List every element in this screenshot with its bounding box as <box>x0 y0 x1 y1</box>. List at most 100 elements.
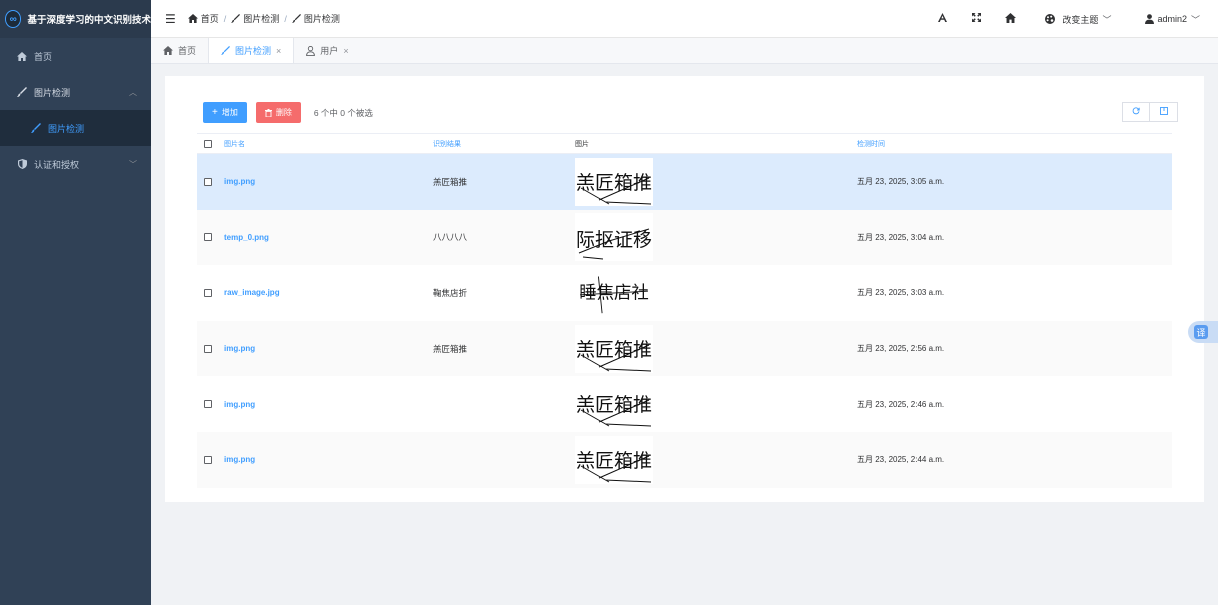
image-thumbnail[interactable]: 际抠证移 <box>575 213 653 262</box>
select-all-checkbox[interactable] <box>204 139 212 148</box>
breadcrumb-label: 图片检测 <box>243 14 280 24</box>
app-title: 基于深度学习的中文识别技术 <box>27 15 151 26</box>
home-icon <box>163 46 173 55</box>
image-thumbnail[interactable]: 羔匠箱推 <box>575 157 653 206</box>
tab-label: 首页 <box>178 46 197 56</box>
tab-users[interactable]: 用户 × <box>294 38 360 63</box>
user-icon <box>1145 14 1155 24</box>
home-icon[interactable] <box>993 12 1027 26</box>
content-card: + 增加 删除 6 个中 0 个被选 图片名 识别结果 图片 检测时间 img.… <box>165 76 1204 502</box>
detect-time: 五月 23, 2025, 3:03 a.m. <box>857 288 945 298</box>
sidebar-item-label: 认证和授权 <box>34 159 80 170</box>
top-navbar: ☰ 首页 / 图片检测 / 图片检测 改变主题 ﹀ admin2 ﹀ <box>151 0 1218 38</box>
image-thumbnail[interactable]: 睡焦店社 <box>575 270 653 315</box>
breadcrumb-home[interactable]: 首页 <box>187 12 219 25</box>
image-thumbnail[interactable]: 羔匠箱推 <box>575 380 653 429</box>
row-checkbox[interactable] <box>204 177 212 186</box>
detect-time: 五月 23, 2025, 2:46 a.m. <box>857 399 945 409</box>
image-name-link[interactable]: temp_0.png <box>224 233 269 242</box>
brush-icon <box>231 14 241 23</box>
column-settings-button[interactable] <box>1150 102 1178 122</box>
selection-count: 6 个中 0 个被选 <box>313 107 373 118</box>
sidebar: ∞ 基于深度学习的中文识别技术 首页 图片检测 ︿ 图片检测 认证和授权 ﹀ <box>0 0 151 605</box>
close-icon[interactable]: × <box>276 46 281 56</box>
sidebar-item-auth[interactable]: 认证和授权 ﹀ <box>0 146 151 182</box>
column-header-result[interactable]: 识别结果 <box>433 139 461 149</box>
brush-icon <box>221 46 231 55</box>
chevron-down-icon: ﹀ <box>1102 14 1112 25</box>
detect-time: 五月 23, 2025, 3:04 a.m. <box>857 232 945 242</box>
tabs-bar: 首页 图片检测 × 用户 × <box>151 38 1218 64</box>
sidebar-item-image-detect[interactable]: 图片检测 <box>0 110 151 146</box>
breadcrumb-separator: / <box>284 13 287 24</box>
table-row[interactable]: temp_0.png 八八八八 际抠证移 五月 23, 2025, 3:04 a… <box>197 209 1172 266</box>
table-row[interactable]: img.png 羔匠箱推 羔匠箱推 五月 23, 2025, 2:56 a.m. <box>197 320 1172 377</box>
breadcrumb: 首页 / 图片检测 / 图片检测 <box>187 12 340 25</box>
sidebar-item-label: 首页 <box>34 51 53 62</box>
thumbnail-text: 睡焦店社 <box>579 283 649 303</box>
column-header-time[interactable]: 检测时间 <box>857 139 885 149</box>
logo-icon: ∞ <box>5 10 22 28</box>
plus-icon: + <box>212 107 218 118</box>
row-checkbox[interactable] <box>204 400 212 409</box>
recognition-result: 羔匠箱推 <box>433 176 468 187</box>
thumbnail-text: 羔匠箱推 <box>576 172 652 194</box>
image-name-link[interactable]: img.png <box>224 177 255 186</box>
theme-switcher[interactable]: 改变主题 ﹀ <box>1045 13 1111 26</box>
image-name-link[interactable]: raw_image.jpg <box>224 288 280 297</box>
palette-icon <box>1045 14 1056 24</box>
shield-icon <box>16 159 28 169</box>
font-size-icon[interactable] <box>925 13 959 25</box>
user-icon <box>306 45 316 56</box>
image-name-link[interactable]: img.png <box>224 455 255 464</box>
table-row[interactable]: img.png 羔匠箱推 五月 23, 2025, 2:46 a.m. <box>197 376 1172 432</box>
brand[interactable]: ∞ 基于深度学习的中文识别技术 <box>0 0 151 38</box>
table-toolbar: + 增加 删除 6 个中 0 个被选 <box>203 102 373 123</box>
add-button[interactable]: + 增加 <box>203 102 247 123</box>
refresh-button[interactable] <box>1122 102 1150 122</box>
table-row[interactable]: img.png 羔匠箱推 羔匠箱推 五月 23, 2025, 3:05 a.m. <box>197 154 1172 210</box>
table-row[interactable]: raw_image.jpg 鞠焦店折 睡焦店社 五月 23, 2025, 3:0… <box>197 265 1172 321</box>
row-checkbox[interactable] <box>204 344 212 353</box>
sidebar-item-label: 图片检测 <box>34 87 71 98</box>
brush-icon <box>30 123 42 133</box>
trash-icon <box>264 108 272 117</box>
image-name-link[interactable]: img.png <box>224 344 255 353</box>
tab-image-detect[interactable]: 图片检测 × <box>209 38 295 63</box>
row-checkbox[interactable] <box>204 288 212 297</box>
chevron-down-icon: ﹀ <box>1190 14 1200 25</box>
delete-button[interactable]: 删除 <box>255 102 301 123</box>
breadcrumb-label: 首页 <box>200 14 219 24</box>
tab-label: 图片检测 <box>235 46 272 56</box>
breadcrumb-level2: 图片检测 <box>291 12 340 25</box>
thumbnail-text: 羔匠箱推 <box>576 394 652 416</box>
table-row[interactable]: img.png 羔匠箱推 五月 23, 2025, 2:44 a.m. <box>197 431 1172 488</box>
row-checkbox[interactable] <box>204 233 212 242</box>
image-thumbnail[interactable]: 羔匠箱推 <box>575 324 653 373</box>
recognition-result: 鞠焦店折 <box>433 287 468 298</box>
home-icon <box>187 14 198 23</box>
breadcrumb-label: 图片检测 <box>303 14 340 24</box>
brush-icon <box>16 87 28 97</box>
brush-icon <box>291 14 301 23</box>
row-checkbox[interactable] <box>204 455 212 464</box>
add-label: 增加 <box>221 108 238 117</box>
column-header-name[interactable]: 图片名 <box>224 139 245 149</box>
fullscreen-icon[interactable] <box>959 13 993 25</box>
breadcrumb-level1[interactable]: 图片检测 <box>231 12 279 25</box>
image-thumbnail[interactable]: 羔匠箱推 <box>575 435 653 484</box>
translate-float-button[interactable]: 译 <box>1188 321 1218 343</box>
user-menu[interactable]: admin2 ﹀ <box>1145 13 1200 26</box>
sidebar-item-image-detect-group[interactable]: 图片检测 ︿ <box>0 74 151 110</box>
tab-home[interactable]: 首页 <box>151 38 210 63</box>
chevron-down-icon: ﹀ <box>129 159 137 169</box>
translate-icon: 译 <box>1194 325 1208 339</box>
sidebar-item-home[interactable]: 首页 <box>0 38 151 74</box>
close-icon[interactable]: × <box>343 46 348 56</box>
breadcrumb-separator: / <box>223 13 227 24</box>
detect-time: 五月 23, 2025, 3:05 a.m. <box>857 177 945 187</box>
detect-time: 五月 23, 2025, 2:44 a.m. <box>857 455 945 465</box>
image-name-link[interactable]: img.png <box>224 400 255 409</box>
hamburger-icon[interactable]: ☰ <box>165 12 176 26</box>
column-header-image: 图片 <box>575 140 589 148</box>
